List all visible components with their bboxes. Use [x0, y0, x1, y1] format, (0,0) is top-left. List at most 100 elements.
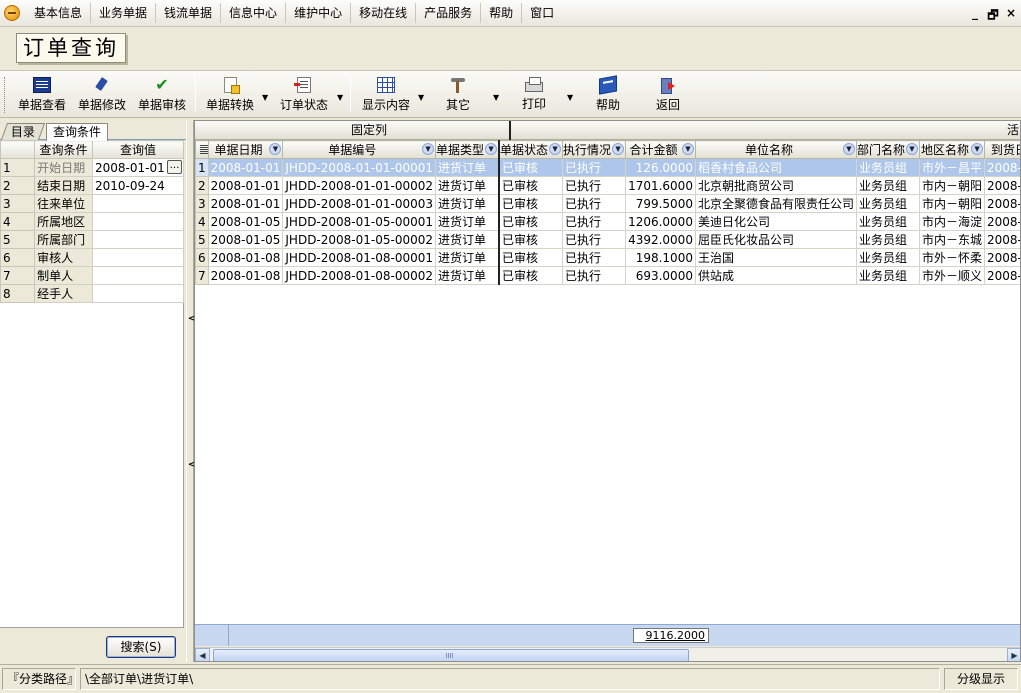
order-status-icon — [294, 77, 311, 93]
condition-row[interactable]: 3 往来单位 — [0, 194, 184, 213]
filter-dropdown-icon[interactable]: ▼ — [422, 143, 435, 155]
col-arrival-date[interactable]: 到货日期▼ — [984, 140, 1020, 159]
panel-splitter[interactable]: < < — [186, 120, 196, 662]
filter-dropdown-icon[interactable]: ▼ — [906, 143, 918, 155]
help-button[interactable]: 帮助 — [580, 75, 636, 115]
table-row[interactable]: 1 2008-01-01 JHDD-2008-01-01-00001 进货订单 … — [195, 158, 1020, 177]
condition-row[interactable]: 8 经手人 — [0, 284, 184, 303]
category-path-value: \全部订单\进货订单\ — [80, 668, 940, 690]
search-button[interactable]: 搜索(S) — [106, 636, 176, 658]
condition-value-header: 查询值 — [92, 140, 184, 159]
department-field[interactable] — [92, 230, 184, 249]
hierarchical-display-button[interactable]: 分级显示 — [944, 668, 1018, 690]
document-audit-button[interactable]: ✔ 单据审核 — [134, 75, 190, 115]
end-date-field[interactable]: 2010-09-24 — [92, 176, 184, 195]
scroll-right-icon[interactable]: ▶ — [1007, 648, 1020, 661]
menu-window[interactable]: 窗口 — [522, 3, 562, 23]
menu-mobile-online[interactable]: 移动在线 — [351, 3, 417, 23]
region-field[interactable] — [92, 212, 184, 231]
menu-help[interactable]: 帮助 — [481, 3, 523, 23]
display-content-button[interactable]: 显示内容 — [358, 75, 414, 115]
row-selector-header[interactable] — [195, 140, 209, 159]
filter-dropdown-icon[interactable]: ▼ — [612, 143, 625, 155]
back-button[interactable]: 返回 — [640, 75, 696, 115]
total-amount-sum: 9116.2000 — [633, 628, 709, 643]
table-row[interactable]: 3 2008-01-01 JHDD-2008-01-01-00003 进货订单 … — [195, 194, 1020, 213]
document-convert-button[interactable]: 单据转换 — [202, 75, 258, 115]
handler-field[interactable] — [92, 284, 184, 303]
tab-catalog[interactable]: 目录 — [0, 123, 46, 140]
horizontal-scrollbar[interactable]: ◀ ▶ — [195, 647, 1020, 661]
exit-door-icon — [659, 77, 677, 94]
menu-maintenance-center[interactable]: 维护中心 — [286, 3, 352, 23]
menu-money-documents[interactable]: 钱流单据 — [156, 3, 222, 23]
col-doc-type[interactable]: 单据类型 ▼ — [435, 140, 501, 159]
creator-field[interactable] — [92, 266, 184, 285]
partner-unit-field[interactable] — [92, 194, 184, 213]
order-table: 单据日期 ▼ 单据编号 ▼ 单据类型 ▼ 单据状态 ▼ 执行情况 ▼ 合计金额 ▼ 单位名称… — [195, 140, 1020, 285]
toolbar-grip[interactable] — [4, 77, 7, 113]
table-row[interactable]: 7 2008-01-08 JHDD-2008-01-08-00002 进货订单 … — [195, 266, 1020, 285]
close-icon[interactable]: × — [1005, 6, 1017, 27]
col-total-amount[interactable]: 合计金额 ▼ — [625, 140, 696, 159]
col-unit-name[interactable]: 单位名称 ▼ — [694, 140, 857, 159]
condition-row[interactable]: 7 制单人 — [0, 266, 184, 285]
app-logo-icon[interactable] — [4, 5, 20, 21]
col-dept-name[interactable]: 部门名称 ▼ — [855, 140, 921, 159]
condition-row[interactable]: 4 所属地区 — [0, 212, 184, 231]
condition-row[interactable]: 6 审核人 — [0, 248, 184, 267]
filter-dropdown-icon[interactable]: ▼ — [681, 143, 694, 155]
col-exec-status[interactable]: 执行情况 ▼ — [562, 140, 627, 159]
order-status-button[interactable]: 订单状态 — [276, 75, 332, 115]
document-convert-dropdown-icon[interactable]: ▼ — [262, 93, 268, 102]
toolbar: 单据查看 单据修改 ✔ 单据审核 单据转换 ▼ 订单状态 ▼ 显示内容 ▼ 其它… — [0, 70, 1021, 118]
filter-dropdown-icon[interactable]: ▼ — [549, 143, 562, 155]
menu-info-center[interactable]: 信息中心 — [221, 3, 287, 23]
scroll-thumb[interactable] — [213, 649, 689, 661]
page-title: 订单查询 — [16, 33, 126, 63]
document-edit-button[interactable]: 单据修改 — [74, 75, 130, 115]
row-number-header — [0, 140, 36, 159]
table-row[interactable]: 5 2008-01-05 JHDD-2008-01-05-00002 进货订单 … — [195, 230, 1020, 249]
minimize-icon[interactable]: _ — [969, 6, 981, 27]
condition-row[interactable]: 2 结束日期 2010-09-24 — [0, 176, 184, 195]
grid-summary-footer: 9116.2000 — [195, 624, 1020, 646]
active-columns-band: 活 — [1007, 123, 1020, 137]
query-condition-table: 查询条件 查询值 1 开始日期 2008-01-01… 2 结束日期 2010-… — [0, 140, 184, 303]
document-view-icon — [33, 77, 51, 93]
other-dropdown-icon[interactable]: ▼ — [493, 93, 499, 102]
left-panel-tabs: 目录 查询条件 — [0, 122, 186, 141]
restore-icon[interactable]: 🗗 — [987, 6, 999, 27]
scroll-left-icon[interactable]: ◀ — [195, 648, 210, 661]
filter-dropdown-icon[interactable]: ▼ — [485, 143, 498, 155]
other-button[interactable]: 其它 — [430, 75, 486, 115]
auditor-field[interactable] — [92, 248, 184, 267]
col-doc-date[interactable]: 单据日期 ▼ — [207, 140, 284, 159]
table-row[interactable]: 2 2008-01-01 JHDD-2008-01-01-00002 进货订单 … — [195, 176, 1020, 195]
table-row[interactable]: 6 2008-01-08 JHDD-2008-01-08-00001 进货订单 … — [195, 248, 1020, 267]
col-doc-status[interactable]: 单据状态 ▼ — [498, 140, 564, 159]
filter-dropdown-icon[interactable]: ▼ — [971, 143, 984, 155]
order-status-dropdown-icon[interactable]: ▼ — [337, 93, 343, 102]
condition-row[interactable]: 5 所属部门 — [0, 230, 184, 249]
order-grid: 固定列 活 单据日期 ▼ 单据编号 ▼ 单据类型 ▼ 单据状态 ▼ 执行情况 ▼ 合计金额… — [194, 120, 1021, 662]
menu-business-documents[interactable]: 业务单据 — [91, 3, 157, 23]
statusbar: 『分类路径』 \全部订单\进货订单\ 分级显示 — [0, 664, 1021, 693]
document-view-button[interactable]: 单据查看 — [14, 75, 70, 115]
ellipsis-picker-icon[interactable]: … — [167, 160, 182, 174]
condition-row[interactable]: 1 开始日期 2008-01-01… — [0, 158, 184, 177]
category-path-label: 『分类路径』 — [2, 668, 76, 690]
col-doc-number[interactable]: 单据编号 ▼ — [282, 140, 437, 159]
col-area-name[interactable]: 地区名称 ▼ — [918, 140, 986, 159]
menu-product-service[interactable]: 产品服务 — [416, 3, 482, 23]
print-dropdown-icon[interactable]: ▼ — [567, 93, 573, 102]
table-row[interactable]: 4 2008-01-05 JHDD-2008-01-05-00001 进货订单 … — [195, 212, 1020, 231]
print-button[interactable]: 打印 — [506, 75, 562, 115]
display-content-dropdown-icon[interactable]: ▼ — [418, 93, 424, 102]
filter-dropdown-icon[interactable]: ▼ — [269, 143, 282, 155]
start-date-field[interactable]: 2008-01-01… — [92, 158, 184, 177]
menu-basic-info[interactable]: 基本信息 — [26, 3, 92, 23]
tab-query-conditions[interactable]: 查询条件 — [46, 123, 109, 141]
filter-dropdown-icon[interactable]: ▼ — [842, 143, 855, 155]
checkmark-icon: ✔ — [155, 75, 169, 94]
